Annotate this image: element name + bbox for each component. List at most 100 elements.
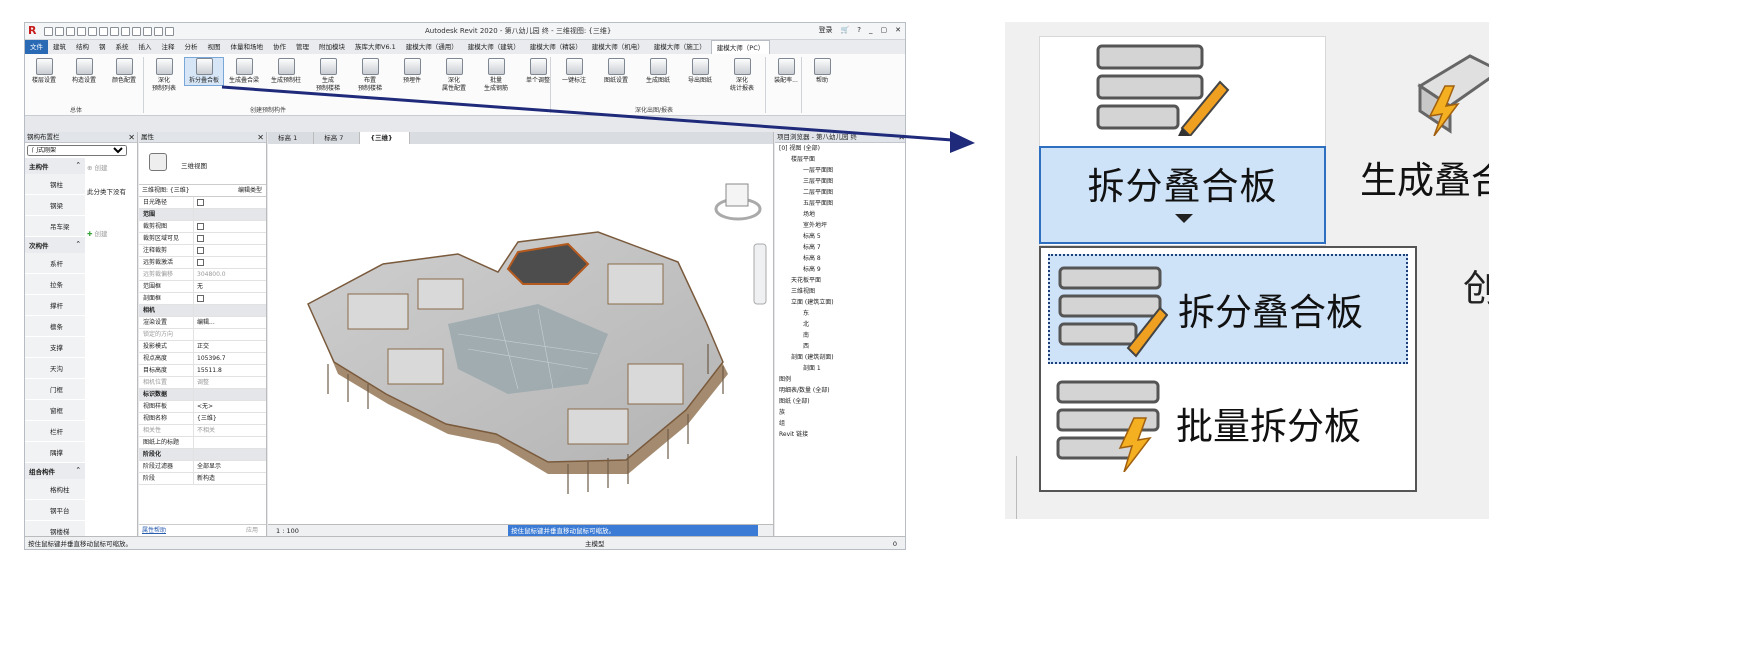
property-value[interactable] — [194, 197, 266, 208]
browser-tree-node[interactable]: 图例 — [779, 374, 905, 385]
ribbon-tab[interactable]: 钢 — [94, 40, 111, 54]
close-icon[interactable]: ✕ — [128, 132, 135, 143]
minimize-button[interactable]: _ — [869, 26, 873, 34]
menu-item-split-slab[interactable]: 拆分叠合板 — [1048, 254, 1408, 364]
browser-tree-node[interactable]: 图纸 (全部) — [779, 396, 905, 407]
property-row[interactable]: 阶段过滤器 全部显示 — [139, 461, 266, 473]
property-value[interactable] — [194, 257, 266, 268]
ribbon-tab[interactable]: 建筑 — [48, 40, 71, 54]
library-item[interactable]: 钢平台 — [25, 500, 85, 521]
sync-icon[interactable] — [66, 26, 75, 36]
property-row[interactable]: 投影模式 正交 — [139, 341, 266, 353]
ribbon-button[interactable]: 楼层设置 — [25, 58, 63, 85]
property-row[interactable]: 日光路径 — [139, 197, 266, 209]
library-group-header[interactable]: 主构件 ⌃ — [25, 158, 85, 174]
revit-logo-icon[interactable]: R — [28, 25, 40, 37]
ribbon-button[interactable]: 生成叠合梁 — [225, 58, 263, 85]
measure-icon[interactable] — [110, 26, 119, 36]
property-value[interactable]: 新构造 — [194, 473, 266, 484]
library-item[interactable]: 系杆 — [25, 253, 85, 274]
help-icon[interactable]: ? — [857, 26, 861, 34]
property-row[interactable]: 锁定的方向 — [139, 329, 266, 341]
property-value[interactable] — [194, 329, 266, 340]
property-section[interactable]: 标识数据 — [139, 389, 266, 401]
ribbon-tab[interactable]: 视图 — [203, 40, 226, 54]
property-row[interactable]: 相机位置 调整 — [139, 377, 266, 389]
cart-icon[interactable]: 🛒 — [841, 26, 850, 34]
library-item[interactable]: 格构柱 — [25, 479, 85, 500]
browser-tree-node[interactable]: 剖面 (建筑剖面) — [779, 352, 905, 363]
ribbon-button[interactable]: 深化 属性配置 — [435, 58, 473, 93]
ribbon-button[interactable]: 导出图纸 — [681, 58, 719, 85]
browser-tree-node[interactable]: 二层平面图 — [779, 187, 905, 198]
type-selector[interactable]: 三维视图 — [139, 143, 266, 185]
property-row[interactable]: 阶段 新构造 — [139, 473, 266, 485]
ribbon-button[interactable]: 构造设置 — [65, 58, 103, 85]
ribbon-tab[interactable]: 附加模块 — [314, 40, 350, 54]
ribbon-tab[interactable]: 族库大师V6.1 — [350, 40, 401, 54]
property-value[interactable]: 不相关 — [194, 425, 266, 436]
browser-tree-node[interactable]: 场地 — [779, 209, 905, 220]
property-row[interactable]: 视点高度 105396.7 — [139, 353, 266, 365]
property-row[interactable]: 远剪裁偏移 304800.0 — [139, 269, 266, 281]
close-button[interactable]: ✕ — [895, 26, 901, 34]
property-row[interactable]: 远剪裁激活 — [139, 257, 266, 269]
property-value[interactable]: <无> — [194, 401, 266, 412]
library-item[interactable]: 吊车梁 — [25, 216, 85, 237]
ribbon-button[interactable]: 拆分叠合板 — [184, 57, 224, 86]
restore-button[interactable]: ▢ — [881, 26, 888, 34]
library-type-select[interactable]: 门式刚架 — [27, 145, 127, 156]
property-value[interactable]: 304800.0 — [194, 269, 266, 280]
property-row[interactable]: 注释裁剪 — [139, 245, 266, 257]
building-3d-model[interactable] — [268, 144, 774, 524]
library-item[interactable]: 钢梁 — [25, 195, 85, 216]
property-value[interactable] — [194, 221, 266, 232]
property-row[interactable]: 范围框无 — [139, 281, 266, 293]
browser-tree-node[interactable]: [0] 视图 (全部) — [779, 143, 905, 154]
browser-tree-node[interactable]: 一层平面图 — [779, 165, 905, 176]
undo-icon[interactable] — [77, 26, 86, 36]
close-hidden-icon[interactable] — [154, 26, 163, 36]
ribbon-button[interactable]: 帮助 — [803, 58, 841, 85]
browser-tree-node[interactable]: Revit 链接 — [779, 429, 905, 440]
property-row[interactable]: 裁剪区域可见 — [139, 233, 266, 245]
property-value[interactable]: 全部显示 — [194, 461, 266, 472]
3d-view-icon[interactable] — [132, 26, 141, 36]
property-value[interactable] — [194, 233, 266, 244]
ribbon-tab[interactable]: 文件 — [25, 40, 48, 54]
library-create-button[interactable]: ✚ 创建 — [87, 228, 126, 238]
view-cube[interactable] — [714, 183, 762, 221]
ribbon-tab[interactable]: 分析 — [180, 40, 203, 54]
browser-tree-node[interactable]: 标高 8 — [779, 253, 905, 264]
ribbon-tab[interactable]: 建模大师（精装） — [525, 40, 587, 54]
ribbon-tab[interactable]: 建模大师（机电） — [587, 40, 649, 54]
model-select[interactable]: 主模型 — [585, 537, 605, 549]
ribbon-button[interactable]: 一键标注 — [555, 58, 593, 85]
library-create-button[interactable]: ⊕ 创建 — [87, 162, 126, 172]
checkbox[interactable] — [197, 199, 204, 206]
property-row[interactable]: 剖面框 — [139, 293, 266, 305]
ribbon-button[interactable]: 生成预制柱 — [267, 58, 305, 85]
ribbon-button[interactable]: 深化 预制列表 — [145, 58, 183, 93]
checkbox[interactable] — [197, 235, 204, 242]
ribbon-button[interactable]: 深化 统计报表 — [723, 58, 761, 93]
property-value[interactable] — [194, 245, 266, 256]
navigation-bar[interactable] — [753, 243, 767, 305]
property-row[interactable]: 相关性 不相关 — [139, 425, 266, 437]
browser-tree-node[interactable]: 北 — [779, 319, 905, 330]
ribbon-button[interactable]: 图纸设置 — [597, 58, 635, 85]
library-group-header[interactable]: 次构件 ⌃ — [25, 237, 85, 253]
print-icon[interactable] — [99, 26, 108, 36]
ribbon-tab[interactable]: 建模大师（PC） — [710, 40, 771, 54]
redo-icon[interactable] — [88, 26, 97, 36]
checkbox[interactable] — [197, 295, 204, 302]
generate-composite-beam-label[interactable]: 生成叠合 — [1360, 150, 1489, 204]
library-item[interactable]: 撑杆 — [25, 295, 85, 316]
ribbon-tab[interactable]: 管理 — [291, 40, 314, 54]
property-row[interactable]: 视图样板 <无> — [139, 401, 266, 413]
browser-tree-node[interactable]: 楼层平面 — [779, 154, 905, 165]
ribbon-button[interactable]: 预埋件 — [393, 58, 431, 85]
ribbon-tab[interactable]: 建模大师（通用） — [401, 40, 463, 54]
ribbon-button[interactable]: 批量 生成钢筋 — [477, 58, 515, 93]
property-row[interactable]: 目标高度 15511.8 — [139, 365, 266, 377]
